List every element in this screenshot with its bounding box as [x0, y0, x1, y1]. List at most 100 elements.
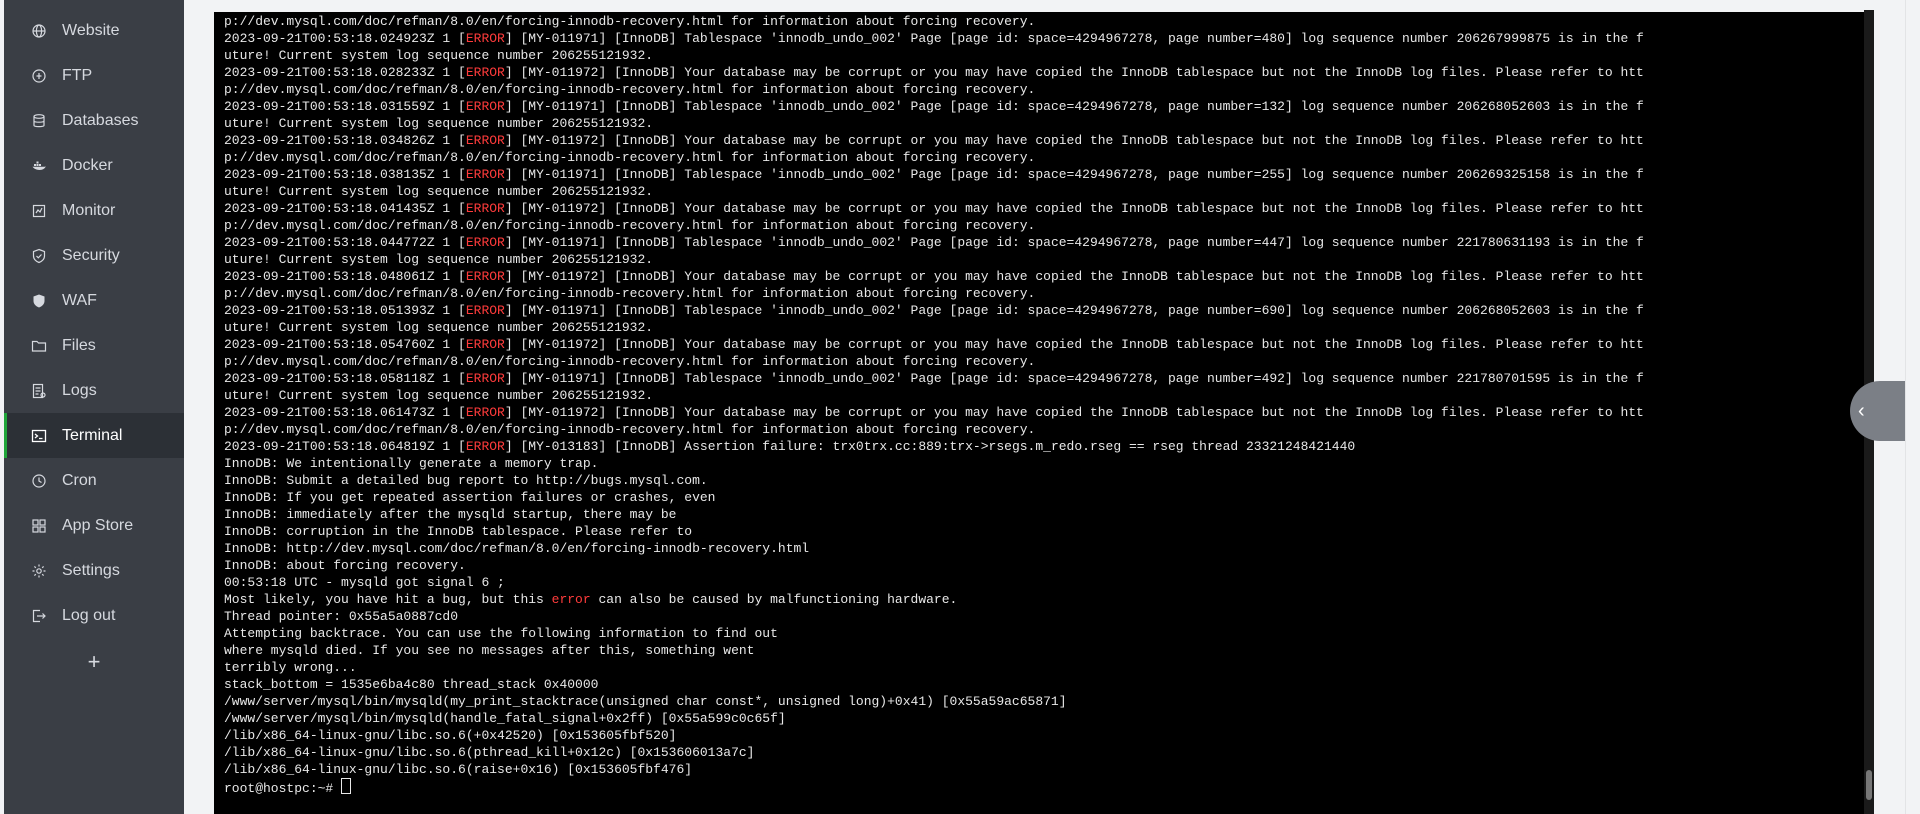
sidebar-nav: Home Website FTP Databases Docker Monitor Secu… [4, 0, 184, 638]
terminal-icon [30, 427, 48, 445]
waf-shield-icon [30, 292, 48, 310]
terminal-line: 2023-09-21T00:53:18.051393Z 1 [ERROR] [M… [224, 303, 1644, 318]
terminal-line: terribly wrong... [224, 660, 357, 675]
sidebar-item-monitor[interactable]: Monitor [4, 188, 184, 233]
error-token: ERROR [465, 31, 505, 46]
terminal-line: InnoDB: corruption in the InnoDB tablesp… [224, 524, 693, 539]
sidebar-item-app-store[interactable]: App Store [4, 503, 184, 548]
sidebar-item-label: Log out [62, 606, 116, 624]
logout-icon [30, 607, 48, 625]
terminal-line: uture! Current system log sequence numbe… [224, 184, 654, 199]
terminal-line: 00:53:18 UTC - mysqld got signal 6 ; [224, 575, 505, 590]
shield-icon [30, 247, 48, 265]
monitor-icon [30, 202, 48, 220]
error-token: ERROR [465, 235, 505, 250]
terminal-line: uture! Current system log sequence numbe… [224, 320, 654, 335]
sidebar-item-home[interactable]: Home [4, 0, 184, 8]
terminal-line: 2023-09-21T00:53:18.048061Z 1 [ERROR] [M… [224, 269, 1644, 284]
error-token: error [551, 592, 591, 607]
sidebar-item-label: FTP [62, 66, 93, 84]
terminal-line: 2023-09-21T00:53:18.041435Z 1 [ERROR] [M… [224, 201, 1644, 216]
sidebar-item-label: Settings [62, 561, 120, 579]
sidebar: Home Website FTP Databases Docker Monitor Secu… [4, 0, 184, 814]
error-token: ERROR [465, 269, 505, 284]
terminal-line: /lib/x86_64-linux-gnu/libc.so.6(pthread_… [224, 745, 755, 760]
database-icon [30, 112, 48, 130]
terminal-line: InnoDB: http://dev.mysql.com/doc/refman/… [224, 541, 810, 556]
sidebar-item-settings[interactable]: Settings [4, 548, 184, 593]
folder-icon [30, 337, 48, 355]
terminal-line: Thread pointer: 0x55a5a0887cd0 [224, 609, 459, 624]
terminal-line: 2023-09-21T00:53:18.038135Z 1 [ERROR] [M… [224, 167, 1644, 182]
terminal-line: /lib/x86_64-linux-gnu/libc.so.6(raise+0x… [224, 762, 693, 777]
sidebar-item-label: Website [62, 21, 120, 39]
terminal-line: 2023-09-21T00:53:18.061473Z 1 [ERROR] [M… [224, 405, 1644, 420]
error-token: ERROR [465, 99, 505, 114]
terminal-line: uture! Current system log sequence numbe… [224, 252, 654, 267]
terminal-output[interactable]: p://dev.mysql.com/doc/refman/8.0/en/forc… [224, 13, 1864, 795]
terminal-line: Most likely, you have hit a bug, but thi… [224, 592, 958, 607]
error-token: ERROR [465, 65, 505, 80]
error-token: ERROR [465, 439, 505, 454]
terminal-line: Attempting backtrace. You can use the fo… [224, 626, 778, 641]
terminal-line: /lib/x86_64-linux-gnu/libc.so.6(+0x42520… [224, 728, 677, 743]
error-token: ERROR [465, 371, 505, 386]
terminal-line: p://dev.mysql.com/doc/refman/8.0/en/forc… [224, 14, 1036, 29]
terminal-line: uture! Current system log sequence numbe… [224, 388, 654, 403]
grid-icon [30, 517, 48, 535]
error-token: ERROR [465, 337, 505, 352]
sidebar-item-cron[interactable]: Cron [4, 458, 184, 503]
error-token: ERROR [465, 201, 505, 216]
terminal-line: p://dev.mysql.com/doc/refman/8.0/en/forc… [224, 422, 1036, 437]
terminal-panel[interactable]: p://dev.mysql.com/doc/refman/8.0/en/forc… [214, 12, 1874, 814]
terminal-line: 2023-09-21T00:53:18.028233Z 1 [ERROR] [M… [224, 65, 1644, 80]
terminal-line: 2023-09-21T00:53:18.054760Z 1 [ERROR] [M… [224, 337, 1644, 352]
add-button[interactable]: + [4, 642, 184, 682]
sidebar-item-terminal[interactable]: Terminal [4, 413, 184, 458]
gear-icon [30, 562, 48, 580]
sidebar-item-files[interactable]: Files [4, 323, 184, 368]
terminal-line: uture! Current system log sequence numbe… [224, 48, 654, 63]
ftp-icon [30, 67, 48, 85]
terminal-line: stack_bottom = 1535e6ba4c80 thread_stack… [224, 677, 599, 692]
sidebar-item-label: Databases [62, 111, 139, 129]
error-token: ERROR [465, 405, 505, 420]
sidebar-item-logs[interactable]: Logs [4, 368, 184, 413]
terminal-line: InnoDB: If you get repeated assertion fa… [224, 490, 716, 505]
terminal-line: InnoDB: Submit a detailed bug report to … [224, 473, 708, 488]
terminal-line: /www/server/mysql/bin/mysqld(handle_fata… [224, 711, 786, 726]
terminal-line: p://dev.mysql.com/doc/refman/8.0/en/forc… [224, 218, 1036, 233]
terminal-line: uture! Current system log sequence numbe… [224, 116, 654, 131]
page-scrollbar[interactable] [1905, 0, 1920, 814]
terminal-line: InnoDB: immediately after the mysqld sta… [224, 507, 677, 522]
logs-icon [30, 382, 48, 400]
clock-icon [30, 472, 48, 490]
docker-icon [30, 157, 48, 175]
terminal-line: p://dev.mysql.com/doc/refman/8.0/en/forc… [224, 150, 1036, 165]
sidebar-item-waf[interactable]: WAF [4, 278, 184, 323]
terminal-line: 2023-09-21T00:53:18.034826Z 1 [ERROR] [M… [224, 133, 1644, 148]
terminal-line: where mysqld died. If you see no message… [224, 643, 755, 658]
terminal-line: 2023-09-21T00:53:18.058118Z 1 [ERROR] [M… [224, 371, 1644, 386]
sidebar-item-log-out[interactable]: Log out [4, 593, 184, 638]
globe-icon [30, 22, 48, 40]
terminal-line: 2023-09-21T00:53:18.024923Z 1 [ERROR] [M… [224, 31, 1644, 46]
sidebar-item-label: Logs [62, 381, 97, 399]
terminal-line: p://dev.mysql.com/doc/refman/8.0/en/forc… [224, 286, 1036, 301]
terminal-line: p://dev.mysql.com/doc/refman/8.0/en/forc… [224, 82, 1036, 97]
sidebar-item-label: WAF [62, 291, 97, 309]
sidebar-item-label: App Store [62, 516, 134, 534]
sidebar-item-ftp[interactable]: FTP [4, 53, 184, 98]
terminal-scroll-thumb[interactable] [1866, 770, 1872, 800]
collapse-panel-button[interactable]: ‹ [1850, 381, 1906, 441]
sidebar-item-label: Security [62, 246, 120, 264]
chevron-left-icon: ‹ [1858, 399, 1865, 422]
sidebar-item-docker[interactable]: Docker [4, 143, 184, 188]
terminal-line: InnoDB: about forcing recovery. [224, 558, 466, 573]
sidebar-item-security[interactable]: Security [4, 233, 184, 278]
terminal-line: 2023-09-21T00:53:18.031559Z 1 [ERROR] [M… [224, 99, 1644, 114]
terminal-cursor [341, 778, 352, 794]
sidebar-item-website[interactable]: Website [4, 8, 184, 53]
terminal-line: InnoDB: We intentionally generate a memo… [224, 456, 599, 471]
sidebar-item-databases[interactable]: Databases [4, 98, 184, 143]
